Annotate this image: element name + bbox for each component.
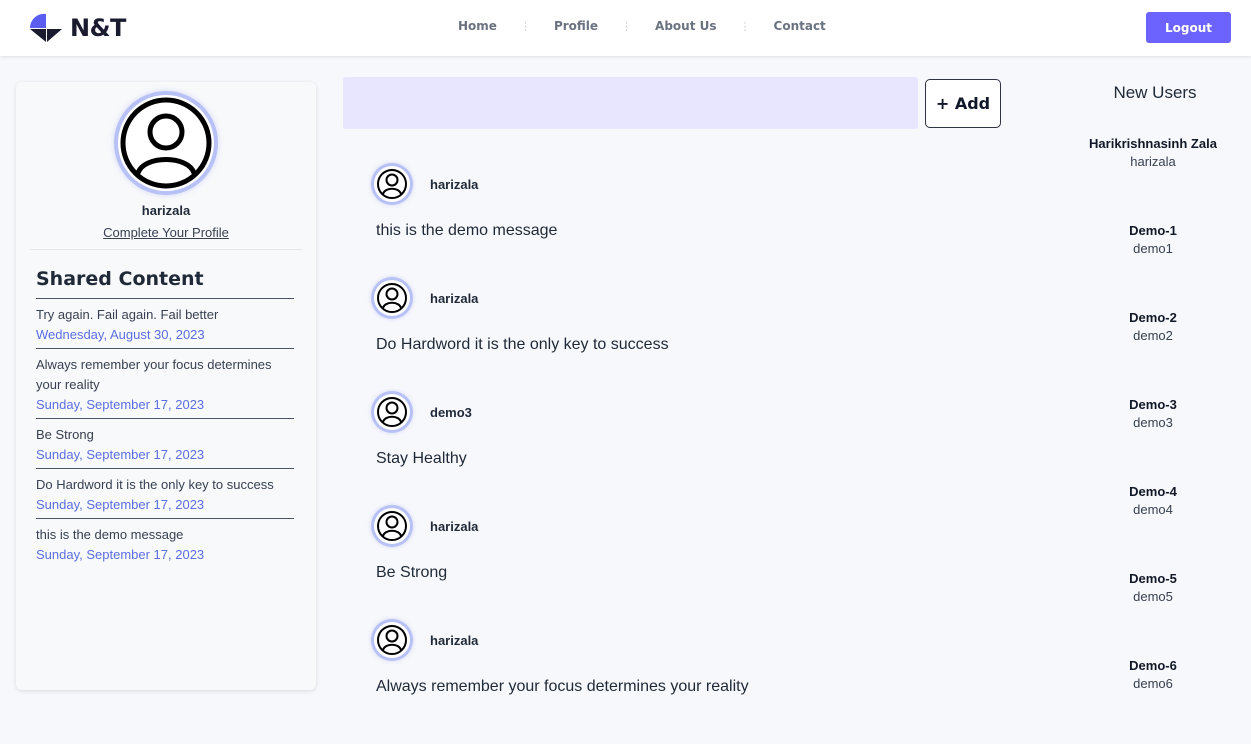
add-post-button[interactable]: + Add: [925, 79, 1001, 128]
nav-home[interactable]: Home: [458, 19, 497, 33]
user-handle: demo1: [1133, 241, 1173, 256]
user-name: Demo-4: [1129, 484, 1177, 499]
user-list-item[interactable]: Demo-1 demo1: [1060, 222, 1246, 309]
post-avatar[interactable]: [374, 394, 410, 430]
new-users-title: New Users: [1113, 83, 1197, 102]
user-circle-icon: [377, 511, 407, 541]
profile-sidebar: harizala Complete Your Profile Shared Co…: [16, 82, 316, 690]
complete-profile-link[interactable]: Complete Your Profile: [16, 225, 316, 240]
brand-logo-icon: [29, 13, 62, 42]
post-avatar[interactable]: [374, 280, 410, 316]
shared-item-date: Wednesday, August 30, 2023: [36, 327, 205, 342]
post-avatar[interactable]: [374, 166, 410, 202]
shared-item-text: this is the demo message: [36, 527, 184, 542]
user-list-item[interactable]: Demo-3 demo3: [1060, 396, 1246, 483]
brand-name: N&T: [70, 14, 126, 42]
shared-item-date: Sunday, September 17, 2023: [36, 547, 205, 562]
profile-username: harizala: [141, 203, 191, 218]
user-name: Demo-1: [1129, 223, 1177, 238]
user-list-item[interactable]: Demo-5 demo5: [1060, 570, 1246, 657]
user-circle-icon: [120, 97, 212, 189]
post-message: Always remember your focus determines yo…: [376, 678, 749, 695]
nav-separator: ⋮: [739, 20, 751, 33]
user-circle-icon: [377, 625, 407, 655]
new-users-list: Harikrishnasinh Zala harizala Demo-1 dem…: [1060, 135, 1246, 744]
user-name: Demo-5: [1129, 571, 1177, 586]
brand-logo[interactable]: N&T: [26, 13, 126, 43]
shared-item[interactable]: this is the demo message Sunday, Septemb…: [36, 518, 294, 568]
user-list-item[interactable]: Demo-4 demo4: [1060, 483, 1246, 570]
shared-item[interactable]: Always remember your focus determines yo…: [36, 348, 294, 418]
post-message: Do Hardword it is the only key to succes…: [376, 336, 669, 353]
main-nav: Home ⋮ Profile ⋮ About Us ⋮ Contact: [458, 19, 826, 33]
feed-post: harizala Always remember your focus dete…: [374, 622, 974, 736]
post-username[interactable]: demo3: [430, 405, 472, 420]
logout-button[interactable]: Logout: [1146, 12, 1231, 43]
shared-item[interactable]: Be Strong Sunday, September 17, 2023: [36, 418, 294, 468]
user-name: Demo-2: [1129, 310, 1177, 325]
user-name: Harikrishnasinh Zala: [1089, 136, 1217, 151]
post-username[interactable]: harizala: [430, 519, 478, 534]
top-navbar: N&T Home ⋮ Profile ⋮ About Us ⋮ Contact …: [0, 0, 1251, 56]
feed-post: harizala Do Hardword it is the only key …: [374, 280, 974, 394]
user-list-item[interactable]: Demo-6 demo6: [1060, 657, 1246, 744]
nav-contact[interactable]: Contact: [774, 19, 826, 33]
user-handle: demo4: [1133, 502, 1173, 517]
shared-item-text: Do Hardword it is the only key to succes…: [36, 477, 274, 492]
shared-item-date: Sunday, September 17, 2023: [36, 447, 205, 462]
post-avatar[interactable]: [374, 622, 410, 658]
user-name: Demo-6: [1129, 658, 1177, 673]
post-message: Stay Healthy: [376, 450, 467, 467]
shared-content-list: Try again. Fail again. Fail better Wedne…: [36, 298, 294, 568]
post-message: this is the demo message: [376, 222, 558, 239]
feed-post: demo3 Stay Healthy: [374, 394, 974, 508]
sidebar-divider: [30, 249, 302, 250]
user-handle: demo5: [1133, 589, 1173, 604]
user-handle: demo6: [1133, 676, 1173, 691]
nav-profile[interactable]: Profile: [554, 19, 598, 33]
shared-item[interactable]: Do Hardword it is the only key to succes…: [36, 468, 294, 518]
user-list-item[interactable]: Demo-2 demo2: [1060, 309, 1246, 396]
shared-item-text: Try again. Fail again. Fail better: [36, 307, 219, 322]
shared-item-date: Sunday, September 17, 2023: [36, 497, 205, 512]
user-handle: demo3: [1133, 415, 1173, 430]
user-circle-icon: [377, 283, 407, 313]
user-circle-icon: [377, 397, 407, 427]
shared-item[interactable]: Try again. Fail again. Fail better Wedne…: [36, 298, 294, 348]
user-name: Demo-3: [1129, 397, 1177, 412]
shared-content-title: Shared Content: [36, 268, 204, 290]
feed-post: harizala Be Strong: [374, 508, 974, 622]
user-list-item[interactable]: Harikrishnasinh Zala harizala: [1060, 135, 1246, 222]
post-message: Be Strong: [376, 564, 448, 581]
post-feed: harizala this is the demo message hariza…: [374, 166, 974, 736]
user-handle: demo2: [1133, 328, 1173, 343]
post-username[interactable]: harizala: [430, 633, 478, 648]
feed-post: harizala this is the demo message: [374, 166, 974, 280]
shared-item-date: Sunday, September 17, 2023: [36, 397, 205, 412]
shared-item-text: Always remember your focus determines yo…: [36, 357, 272, 392]
nav-separator: ⋮: [621, 20, 633, 33]
post-username[interactable]: harizala: [430, 291, 478, 306]
post-username[interactable]: harizala: [430, 177, 478, 192]
post-input[interactable]: [343, 77, 918, 129]
profile-avatar[interactable]: [118, 95, 214, 191]
shared-item-text: Be Strong: [36, 427, 94, 442]
nav-about-us[interactable]: About Us: [655, 19, 716, 33]
user-handle: harizala: [1130, 154, 1176, 169]
post-avatar[interactable]: [374, 508, 410, 544]
nav-separator: ⋮: [519, 20, 531, 33]
user-circle-icon: [377, 169, 407, 199]
